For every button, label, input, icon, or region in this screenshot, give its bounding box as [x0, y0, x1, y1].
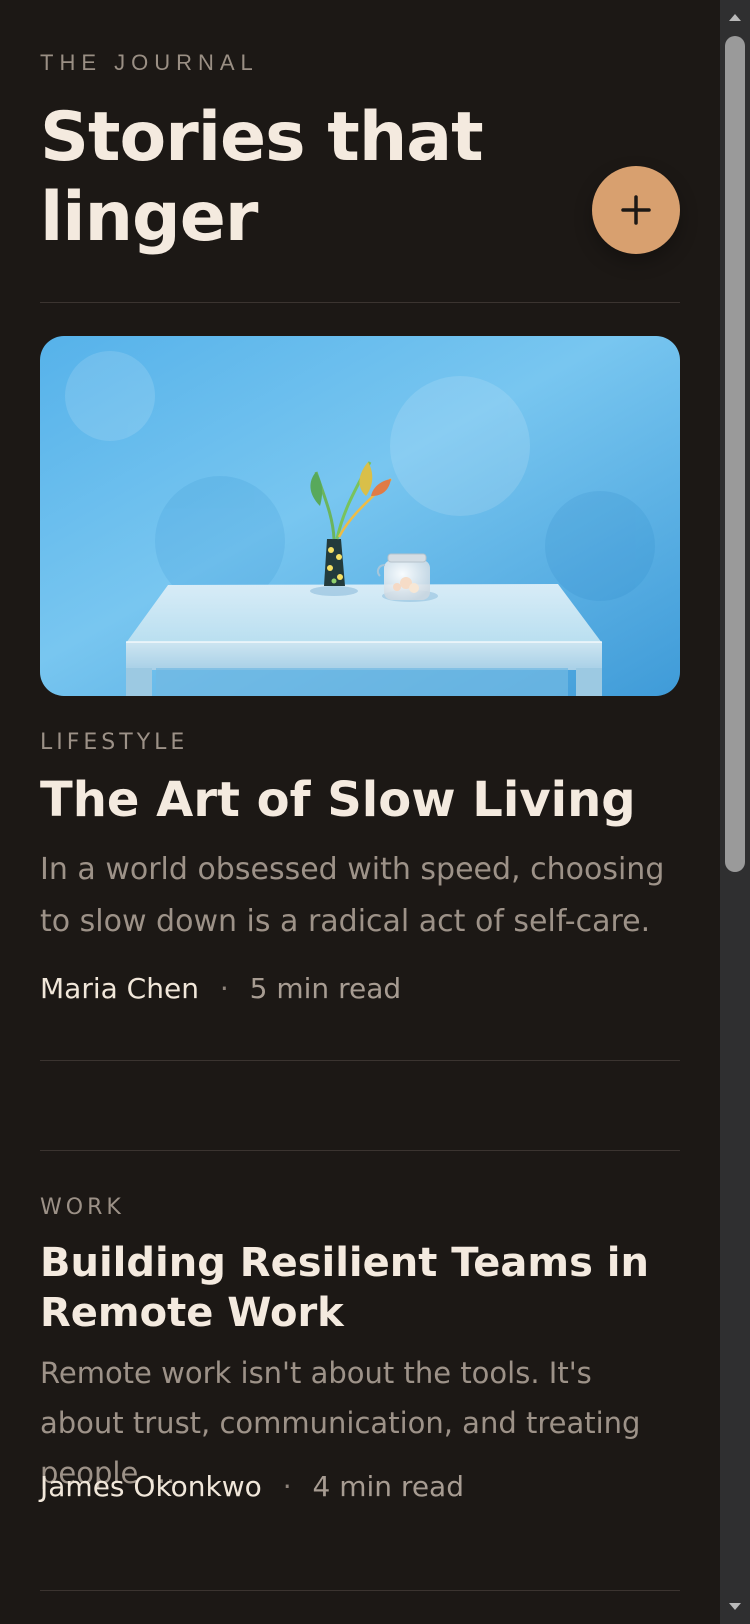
page-title-line-2: linger — [40, 178, 258, 257]
story-excerpt: In a world obsessed with speed, choosing… — [40, 852, 665, 939]
story-divider — [40, 1150, 680, 1151]
story-meta: Maria Chen · 5 min read — [40, 972, 401, 1005]
scroll-up-arrow-icon[interactable] — [725, 8, 745, 28]
header-divider — [40, 302, 680, 303]
add-story-button[interactable] — [592, 166, 680, 254]
story-author: James Okonkwo — [40, 1470, 262, 1503]
still-life-photo-icon — [40, 336, 680, 696]
story-title[interactable]: The Art of Slow Living — [40, 770, 680, 830]
story-divider — [40, 1590, 680, 1591]
vertical-scrollbar[interactable] — [720, 0, 750, 1624]
story-author: Maria Chen — [40, 972, 199, 1005]
plus-icon — [621, 195, 651, 225]
story-category: WORK — [40, 1195, 125, 1220]
page-title-line-1: Stories that — [40, 98, 484, 177]
scroll-down-arrow-icon[interactable] — [725, 1596, 745, 1616]
journal-screen: THE JOURNAL Stories that linger LIFESTYL… — [0, 0, 720, 1624]
meta-separator: · — [282, 1470, 292, 1503]
story-meta: James Okonkwo · 4 min read — [40, 1470, 464, 1503]
story-title[interactable]: Building Resilient Teams in Remote Work — [40, 1238, 660, 1338]
story-category: LIFESTYLE — [40, 730, 189, 755]
scroll-thumb[interactable] — [725, 36, 745, 872]
read-time: 5 min read — [249, 972, 402, 1005]
story-image[interactable] — [40, 336, 680, 696]
page-title: Stories that linger — [40, 98, 560, 258]
journal-eyebrow: THE JOURNAL — [40, 50, 259, 75]
story-divider — [40, 1060, 680, 1061]
meta-separator: · — [219, 972, 229, 1005]
read-time: 4 min read — [312, 1470, 464, 1503]
